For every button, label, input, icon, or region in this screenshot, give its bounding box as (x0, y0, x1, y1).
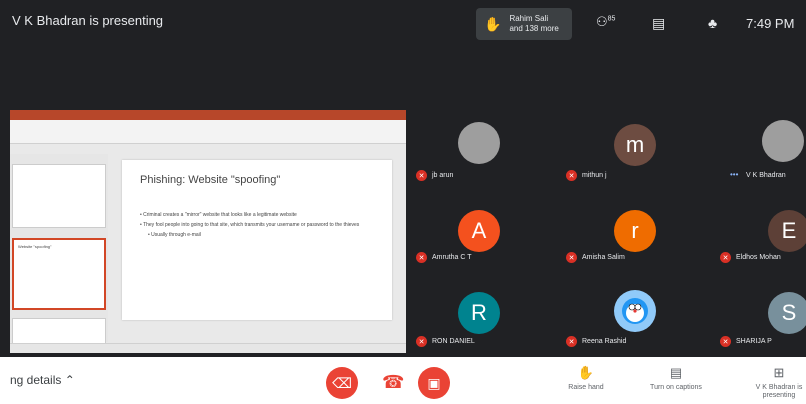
slide-thumbnail-selected: Website "spoofing" (12, 238, 106, 310)
people-icon: ⚇ (596, 14, 608, 29)
mic-off-icon: ✕ (720, 252, 731, 263)
mic-toggle-button[interactable]: ⌫ (326, 367, 358, 399)
participant-avatar: S (768, 292, 806, 334)
raise-hand-button[interactable]: ✋ Raise hand (562, 365, 610, 391)
captions-label: Turn on captions (650, 384, 702, 391)
slide-thumbnails: Website "spoofing" (10, 154, 108, 348)
slide-bullet: • They fool people into going to that si… (140, 222, 360, 228)
activities-icon[interactable]: ♣ (708, 15, 717, 31)
participant-name: Eldhos Mohan (736, 254, 781, 261)
participant-cartoon-avatar (614, 290, 656, 332)
participant-avatar: E (768, 210, 806, 252)
slide-bullet: • Criminal creates a "mirror" website th… (140, 212, 297, 218)
hand-icon: ✋ (484, 16, 502, 32)
participant-photo (458, 122, 500, 164)
slide-bullets: • Criminal creates a "mirror" website th… (140, 212, 374, 239)
camera-toggle-button[interactable]: ▣ (418, 367, 450, 399)
presenter-label: V K Bhadran is presenting (755, 384, 803, 399)
participant-photo (762, 120, 804, 162)
meeting-controls-bar: ng details ⌃ ⌫ ☎ ▣ ✋ Raise hand ▤ Turn o… (0, 357, 806, 404)
participant-name: V K Bhadran (746, 172, 786, 179)
mic-off-icon: ✕ (416, 252, 427, 263)
clock: 7:49 PM (746, 16, 795, 31)
meeting-details-label: ng details (10, 373, 62, 387)
mic-off-icon: ✕ (566, 170, 577, 181)
people-button[interactable]: ⚇85 (596, 14, 615, 30)
mic-off-icon: ✕ (566, 336, 577, 347)
participant-avatar: R (458, 292, 500, 334)
participant-tile[interactable]: R ✕ RON DANIEL (406, 282, 550, 354)
participant-avatar: A (458, 210, 500, 252)
meeting-stage: V K Bhadran is presenting ✋ Rahim Sali a… (0, 0, 806, 357)
participant-tile[interactable]: ✕ jb arun (406, 110, 550, 190)
participant-avatar: m (614, 124, 656, 166)
captions-button[interactable]: ▤ Turn on captions (636, 365, 716, 391)
slide: Phishing: Website "spoofing" • Criminal … (122, 160, 392, 320)
speaking-indicator-icon: ••• (730, 170, 739, 179)
powerpoint-ribbon (10, 120, 406, 144)
participant-avatar: r (614, 210, 656, 252)
viewer-chip[interactable]: ✋ Rahim Sali and 138 more (476, 8, 572, 40)
people-count: 85 (607, 15, 616, 23)
presentation-view: Website "spoofing" Phishing: Website "sp… (10, 110, 406, 353)
participant-name: Reena Rashid (582, 338, 627, 345)
slide-sub-bullet: • Usually through e-mail (148, 232, 201, 238)
participant-tile[interactable]: ✕ Reena Rashid (556, 282, 700, 354)
meeting-details-button[interactable]: ng details ⌃ (10, 373, 75, 387)
mic-off-icon: ✕ (566, 252, 577, 263)
leave-call-button[interactable]: ☎ (382, 372, 404, 393)
mic-off-icon: ✕ (720, 336, 731, 347)
participant-tile[interactable]: ••• V K Bhadran (706, 110, 806, 190)
participant-tile[interactable]: m ✕ mithun j (556, 110, 700, 190)
participant-name: Amisha Salim (582, 254, 625, 261)
captions-icon: ▤ (669, 365, 683, 380)
chat-icon[interactable]: ▤ (652, 15, 665, 32)
mic-off-icon: ✕ (416, 336, 427, 347)
participant-name: mithun j (582, 172, 607, 179)
participant-name: SHARIJA P (736, 338, 772, 345)
presenter-button[interactable]: ⊞ V K Bhadran is presenting (752, 365, 806, 400)
chevron-up-icon: ⌃ (64, 373, 75, 387)
hand-icon: ✋ (577, 365, 595, 380)
participant-tile[interactable]: A ✕ Amrutha C T (406, 196, 550, 276)
participant-tile[interactable]: E ✕ Eldhos Mohan (706, 196, 806, 276)
cartoon-cat-icon (622, 298, 648, 324)
mic-off-icon: ✕ (416, 170, 427, 181)
thumbnail-title: Website "spoofing" (18, 244, 52, 249)
participant-name: Amrutha C T (432, 254, 472, 261)
slide-title: Phishing: Website "spoofing" (140, 174, 281, 186)
presenting-title: V K Bhadran is presenting (12, 13, 164, 28)
camera-off-icon: ▣ (427, 374, 441, 391)
participant-name: RON DANIEL (432, 338, 475, 345)
powerpoint-statusbar (10, 343, 406, 353)
mic-off-icon: ⌫ (332, 374, 352, 391)
participant-tile[interactable]: S ✕ SHARIJA P (706, 282, 806, 354)
participant-tile[interactable]: r ✕ Amisha Salim (556, 196, 700, 276)
slide-thumbnail (12, 164, 106, 228)
participant-name: jb arun (432, 172, 454, 179)
viewer-chip-more: and 138 more (509, 24, 559, 33)
present-screen-icon: ⊞ (773, 365, 785, 380)
raise-hand-label: Raise hand (568, 384, 604, 391)
viewer-chip-name: Rahim Sali (509, 14, 549, 23)
powerpoint-titlebar (10, 110, 406, 120)
